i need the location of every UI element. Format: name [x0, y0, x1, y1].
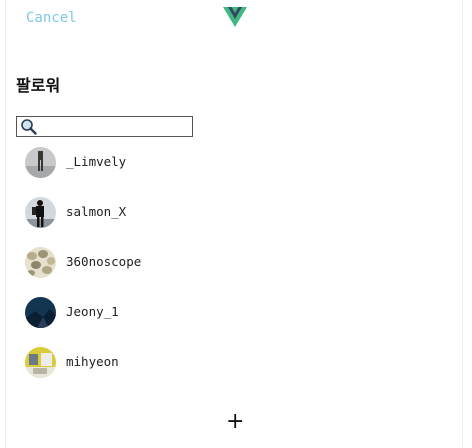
follower-list: _Limvely salmon_X 360noscope Jeony_1 mih… — [25, 143, 445, 393]
followers-panel: Cancel 팔로워 _Limvely salmon_X 360noscope … — [5, 0, 463, 448]
follower-item[interactable]: mihyeon — [25, 343, 445, 393]
username[interactable]: _Limvely — [66, 154, 126, 169]
follower-item[interactable]: _Limvely — [25, 143, 445, 193]
avatar[interactable] — [25, 197, 56, 228]
magnifier-icon — [21, 119, 37, 135]
username[interactable]: Jeony_1 — [66, 304, 119, 319]
pebbles-photo — [25, 247, 56, 278]
cancel-button[interactable]: Cancel — [26, 10, 77, 26]
avatar[interactable] — [25, 347, 56, 378]
follower-item[interactable]: 360noscope — [25, 243, 445, 293]
avatar[interactable] — [25, 247, 56, 278]
vue-logo-icon — [223, 7, 247, 27]
username[interactable]: 360noscope — [66, 254, 141, 269]
avatar[interactable] — [25, 297, 56, 328]
follower-item[interactable]: Jeony_1 — [25, 293, 445, 343]
username[interactable]: salmon_X — [66, 204, 126, 219]
follower-item[interactable]: salmon_X — [25, 193, 445, 243]
yellow-room-photo — [25, 347, 56, 378]
night-mountain-photo — [25, 297, 56, 328]
avatar[interactable] — [25, 147, 56, 178]
search-box[interactable] — [16, 116, 193, 137]
search-input[interactable] — [39, 118, 189, 135]
hiker-silhouette-photo — [25, 197, 56, 228]
person-standing-photo — [25, 147, 56, 178]
add-button[interactable]: + — [226, 410, 244, 434]
page-title: 팔로워 — [16, 76, 61, 95]
username[interactable]: mihyeon — [66, 354, 119, 369]
